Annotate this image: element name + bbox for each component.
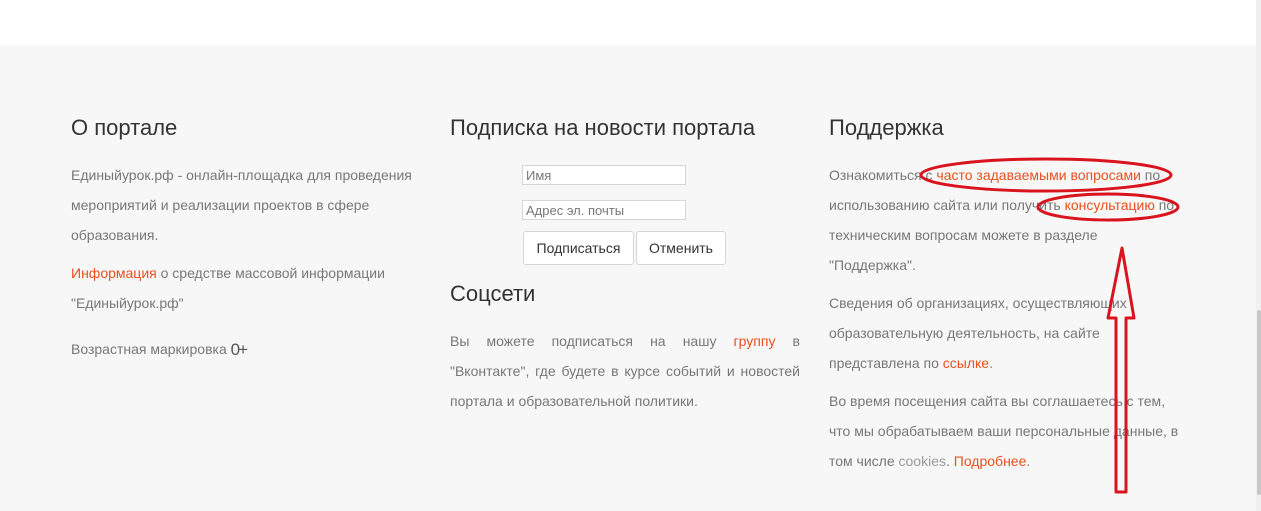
info-link[interactable]: Информация: [71, 265, 157, 281]
social-text: Вы можете подписаться на нашу группу в "…: [450, 326, 800, 416]
age-rating-icon: 0+: [230, 340, 248, 359]
cookies-paragraph: Во время посещения сайта вы соглашаетесь…: [829, 386, 1179, 476]
organizations-text-end: .: [989, 355, 993, 371]
social-title: Соцсети: [450, 281, 536, 306]
faq-link[interactable]: часто задаваемыми вопросами: [936, 167, 1141, 183]
about-title: О портале: [71, 115, 178, 140]
consultation-link[interactable]: консультацию: [1065, 197, 1155, 213]
support-title: Поддержка: [829, 115, 944, 140]
vk-group-link[interactable]: группу: [734, 333, 776, 349]
subscribe-section: Подписка на новости портала Подписаться …: [450, 112, 800, 412]
more-details-link[interactable]: Подробнее: [954, 453, 1027, 469]
email-input[interactable]: [522, 200, 686, 220]
age-rating-label: Возрастная маркировка: [71, 341, 231, 357]
page-top-area: [0, 0, 1256, 45]
about-description: Единыйурок.рф - онлайн-площадка для пров…: [71, 167, 412, 243]
social-text-before: Вы можете подписаться на нашу: [450, 333, 734, 349]
cookies-text-end: .: [1026, 453, 1031, 469]
about-section: О портале Единыйурок.рф - онлайн-площадк…: [71, 112, 421, 365]
social-section: Соцсети Вы можете подписаться на нашу гр…: [450, 278, 800, 416]
scrollbar-thumb[interactable]: [1257, 310, 1261, 495]
cookies-word: cookies: [898, 453, 946, 469]
support-paragraph: Ознакомиться с часто задаваемыми вопроса…: [829, 160, 1179, 280]
name-input[interactable]: [522, 165, 686, 185]
subscribe-button[interactable]: Подписаться: [523, 231, 634, 265]
media-info-paragraph: Информация о средстве массовой информаци…: [71, 258, 421, 318]
support-section: Поддержка Ознакомиться с часто задаваемы…: [829, 112, 1179, 476]
organizations-paragraph: Сведения об организациях, осуществляющих…: [829, 288, 1179, 378]
cancel-button[interactable]: Отменить: [636, 231, 726, 265]
subscribe-title: Подписка на новости портала: [450, 115, 756, 140]
support-text-1: Ознакомиться с: [829, 167, 937, 183]
organizations-link[interactable]: ссылке: [943, 355, 989, 371]
cookies-text-mid: .: [945, 453, 954, 469]
age-rating: Возрастная маркировка 0+: [71, 334, 421, 365]
